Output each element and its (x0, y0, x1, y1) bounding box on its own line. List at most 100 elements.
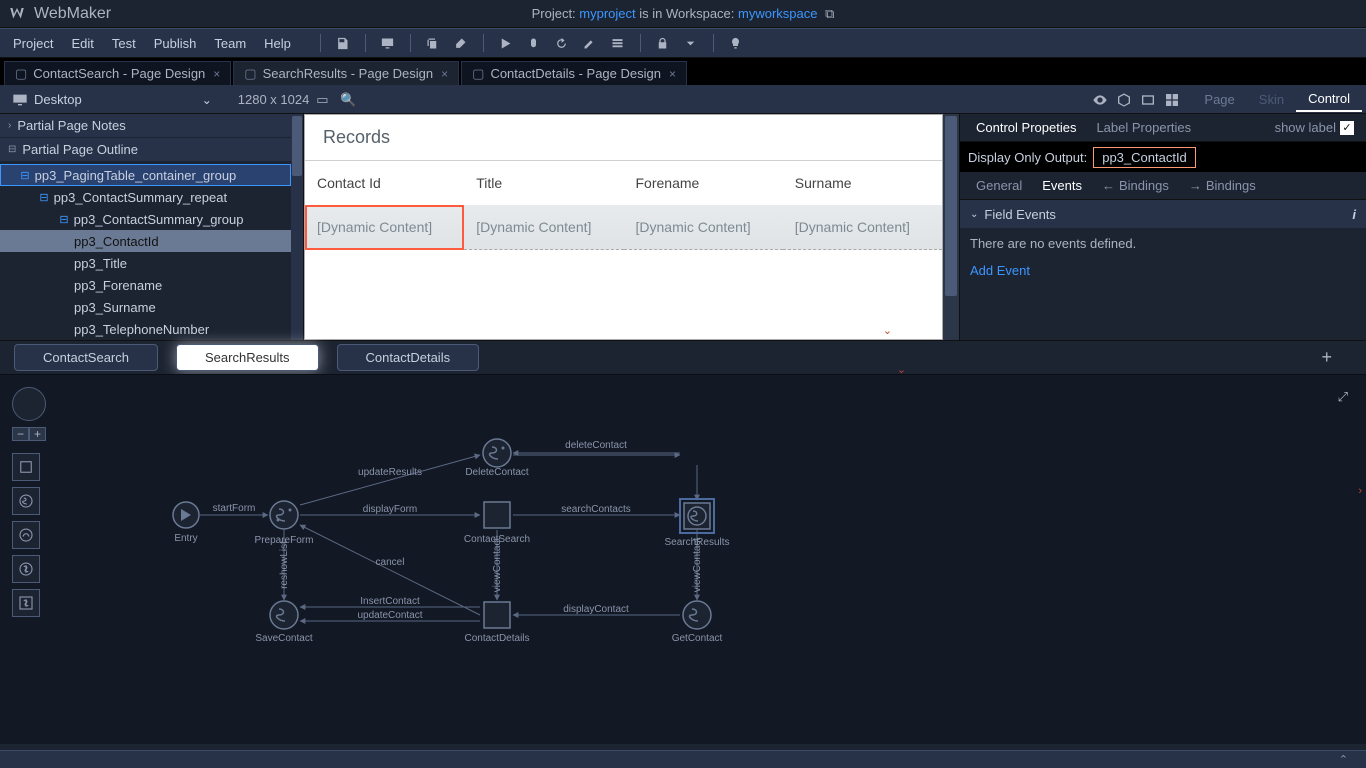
tree-node[interactable]: ⊟ pp3_ContactSummary_group (0, 208, 291, 230)
eye-icon[interactable] (1088, 88, 1112, 112)
cell[interactable]: [Dynamic Content] (464, 205, 623, 250)
external-link-icon[interactable]: ⧉ (825, 6, 834, 21)
project-link[interactable]: myproject (579, 6, 635, 21)
play-icon[interactable] (495, 32, 517, 54)
grid-icon[interactable] (1160, 88, 1184, 112)
cube-icon[interactable] (1112, 88, 1136, 112)
partial-page-outline-header[interactable]: ⊟Partial Page Outline (0, 138, 291, 162)
chevron-up-icon[interactable]: ⌃ (1339, 753, 1348, 766)
add-event-link[interactable]: Add Event (960, 259, 1366, 282)
tree-node[interactable]: ⊟ pp3_PagingTable_container_group (0, 164, 291, 186)
cell[interactable]: [Dynamic Content] (783, 205, 942, 250)
app-logo-icon (8, 5, 26, 23)
records-table: Contact Id Title Forename Surname [Dynam… (305, 160, 942, 250)
close-icon[interactable]: × (441, 67, 448, 81)
scrollbar-thumb[interactable] (945, 116, 957, 296)
scrollbar-vertical[interactable] (943, 114, 959, 340)
desktop-icon[interactable] (377, 32, 399, 54)
events-tab[interactable]: Events (1032, 174, 1092, 197)
collapse-icon[interactable]: ⊟ (38, 191, 50, 204)
flow-diagram[interactable]: − + ⤢ › (0, 374, 1366, 744)
menu-publish[interactable]: Publish (145, 32, 206, 55)
svg-text:SearchResults: SearchResults (664, 537, 729, 548)
viewport-selector[interactable]: Desktop ⌄ (4, 92, 220, 107)
column-header[interactable]: Surname (783, 161, 942, 206)
show-label-text: show label (1275, 120, 1336, 135)
general-tab[interactable]: General (966, 174, 1032, 197)
fit-width-icon[interactable]: ▭ (312, 90, 332, 110)
flow-svg: startForm displayForm updateResults dele… (0, 375, 960, 744)
design-canvas[interactable]: Records Contact Id Title Forename Surnam… (304, 114, 959, 340)
flow-tab-searchresults[interactable]: SearchResults (176, 344, 319, 371)
cell[interactable]: [Dynamic Content] (624, 205, 783, 250)
column-header[interactable]: Title (464, 161, 623, 206)
tree-node[interactable]: pp3_Title (0, 252, 291, 274)
project-info: Project: myproject is in Workspace: mywo… (532, 6, 835, 22)
close-icon[interactable]: × (213, 67, 220, 81)
svg-text:reshowList: reshowList (279, 541, 290, 589)
edit-icon[interactable] (579, 32, 601, 54)
tree-node-selected[interactable]: pp3_ContactId (0, 230, 291, 252)
tree-node[interactable]: ⊟ pp3_ContactSummary_repeat (0, 186, 291, 208)
rectangle-select-icon[interactable] (1136, 88, 1160, 112)
save-icon[interactable] (332, 32, 354, 54)
zoom-icon[interactable]: 🔍 (338, 90, 358, 110)
info-icon[interactable]: i (1352, 207, 1356, 222)
brush-icon[interactable] (450, 32, 472, 54)
bindings-in-tab[interactable]: ←Bindings (1092, 174, 1179, 197)
file-tab-searchresults[interactable]: ▢SearchResults - Page Design× (233, 61, 459, 85)
close-icon[interactable]: × (669, 67, 676, 81)
menu-help[interactable]: Help (255, 32, 300, 55)
control-name-value[interactable]: pp3_ContactId (1093, 147, 1196, 168)
flow-tab-contactdetails[interactable]: ContactDetails (337, 344, 480, 371)
cell-selected[interactable]: [Dynamic Content] (305, 205, 464, 250)
file-tabs-bar: ▢ContactSearch - Page Design× ▢SearchRes… (0, 58, 1366, 86)
refresh-icon[interactable] (551, 32, 573, 54)
svg-text:DeleteContact: DeleteContact (465, 467, 529, 478)
scrollbar-thumb[interactable] (292, 116, 302, 176)
menu-team[interactable]: Team (205, 32, 255, 55)
tree-node[interactable]: pp3_Forename (0, 274, 291, 296)
menu-test[interactable]: Test (103, 32, 145, 55)
label-properties-tab[interactable]: Label Properties (1086, 116, 1201, 139)
resize-handle-icon[interactable]: ⌄ (883, 324, 892, 337)
collapse-icon: ⊟ (8, 144, 16, 155)
collapse-icon[interactable]: ⊟ (19, 169, 31, 182)
menu-project[interactable]: Project (4, 32, 62, 55)
menu-edit[interactable]: Edit (62, 32, 102, 55)
collapse-icon[interactable]: ⊟ (58, 213, 70, 226)
copy-icon[interactable] (422, 32, 444, 54)
svg-text:Entry: Entry (174, 533, 197, 544)
svg-text:viewContact: viewContact (492, 538, 503, 593)
svg-text:displayContact: displayContact (563, 604, 629, 615)
field-events-section[interactable]: ⌄ Field Events i (960, 200, 1366, 228)
column-header[interactable]: Forename (624, 161, 783, 206)
table-row[interactable]: [Dynamic Content] [Dynamic Content] [Dyn… (305, 205, 942, 250)
chevron-right-icon: › (8, 120, 11, 131)
stack-icon[interactable] (607, 32, 629, 54)
lightbulb-icon[interactable] (725, 32, 747, 54)
scrollbar-vertical[interactable] (291, 114, 303, 340)
workspace-link[interactable]: myworkspace (738, 6, 817, 21)
bindings-out-tab[interactable]: →Bindings (1179, 174, 1266, 197)
svg-text:deleteContact: deleteContact (565, 440, 627, 451)
chevron-down-icon: ⌄ (202, 93, 212, 107)
tree-node[interactable]: pp3_Surname (0, 296, 291, 318)
show-label-checkbox[interactable]: ✓ (1340, 121, 1354, 135)
page-icon: ▢ (15, 66, 27, 82)
svg-text:ContactSearch: ContactSearch (464, 534, 530, 545)
column-header[interactable]: Contact Id (305, 161, 464, 206)
tree-node[interactable]: pp3_TelephoneNumber (0, 318, 291, 340)
side-tab-control[interactable]: Control (1296, 87, 1362, 112)
control-properties-tab[interactable]: Control Propeties (966, 116, 1086, 139)
chevron-down-icon[interactable] (680, 32, 702, 54)
partial-page-notes-header[interactable]: ›Partial Page Notes (0, 114, 291, 138)
flow-tab-contactsearch[interactable]: ContactSearch (14, 344, 158, 371)
bug-icon[interactable] (523, 32, 545, 54)
add-flow-icon[interactable]: + (1321, 347, 1332, 368)
side-tab-skin[interactable]: Skin (1247, 88, 1296, 111)
file-tab-contactsearch[interactable]: ▢ContactSearch - Page Design× (4, 61, 231, 85)
side-tab-page[interactable]: Page (1192, 88, 1246, 111)
file-tab-contactdetails[interactable]: ▢ContactDetails - Page Design× (461, 61, 687, 85)
lock-icon[interactable] (652, 32, 674, 54)
